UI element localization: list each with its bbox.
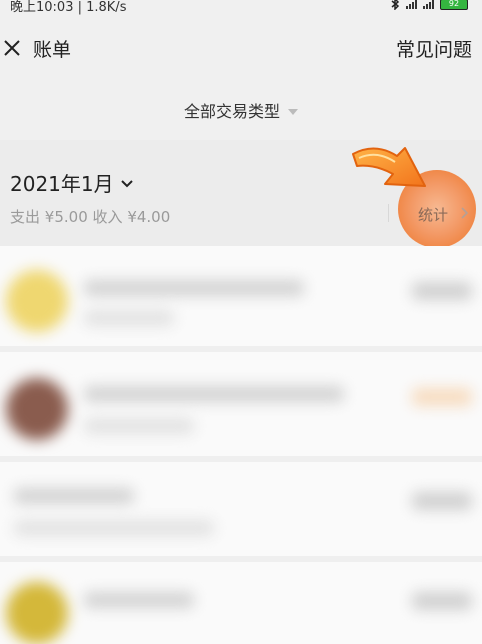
- filter-label: 全部交易类型: [183, 102, 280, 121]
- blurred-text: [84, 386, 344, 402]
- avatar: [6, 378, 68, 440]
- expense-amount: ¥5.00: [44, 208, 88, 226]
- blurred-amount: [412, 592, 472, 610]
- blurred-text: [84, 592, 194, 608]
- blurred-text: [14, 520, 214, 536]
- list-item[interactable]: [0, 462, 482, 556]
- avatar: [6, 270, 68, 332]
- expense-label: 支出: [10, 208, 41, 226]
- avatar: [6, 582, 68, 644]
- month-totals: 支出 ¥5.00 收入 ¥4.00: [10, 206, 170, 227]
- faq-button[interactable]: 常见问题: [396, 35, 472, 62]
- list-item[interactable]: [0, 246, 482, 346]
- month-selector[interactable]: 2021年1月: [10, 168, 134, 197]
- status-time: 晚上10:03 | 1.8K/s: [10, 0, 126, 15]
- pointer-arrow-icon: [352, 147, 426, 187]
- transaction-list: [0, 246, 482, 644]
- signal-icon: [406, 0, 417, 9]
- blurred-text: [84, 418, 194, 434]
- blurred-amount: [412, 388, 472, 406]
- income-label: 收入: [92, 208, 123, 226]
- close-icon[interactable]: [2, 38, 22, 58]
- status-time-text: 晚上10:03 | 1.8K/s: [10, 0, 127, 15]
- transaction-type-filter[interactable]: 全部交易类型: [0, 80, 482, 140]
- income-amount: ¥4.00: [127, 208, 171, 226]
- blurred-text: [84, 280, 304, 296]
- blurred-text: [14, 488, 134, 504]
- caret-down-icon: [288, 108, 298, 115]
- status-icons: 92: [390, 0, 468, 10]
- blurred-amount: [412, 492, 472, 510]
- month-label: 2021年1月: [10, 172, 114, 196]
- bluetooth-icon: [391, 0, 400, 10]
- status-bar: 晚上10:03 | 1.8K/s 92: [0, 0, 482, 18]
- blurred-text: [84, 310, 174, 326]
- signal-icon: [423, 0, 434, 9]
- page-title: 账单: [33, 39, 72, 61]
- list-item[interactable]: [0, 352, 482, 456]
- chevron-right-icon: [461, 207, 469, 219]
- chevron-down-icon: [120, 179, 133, 187]
- blurred-amount: [412, 282, 472, 300]
- battery-level: 92: [448, 0, 460, 8]
- battery-icon: 92: [440, 0, 468, 10]
- navigation-bar: 账单 常见问题: [0, 18, 482, 80]
- list-item[interactable]: [0, 562, 482, 644]
